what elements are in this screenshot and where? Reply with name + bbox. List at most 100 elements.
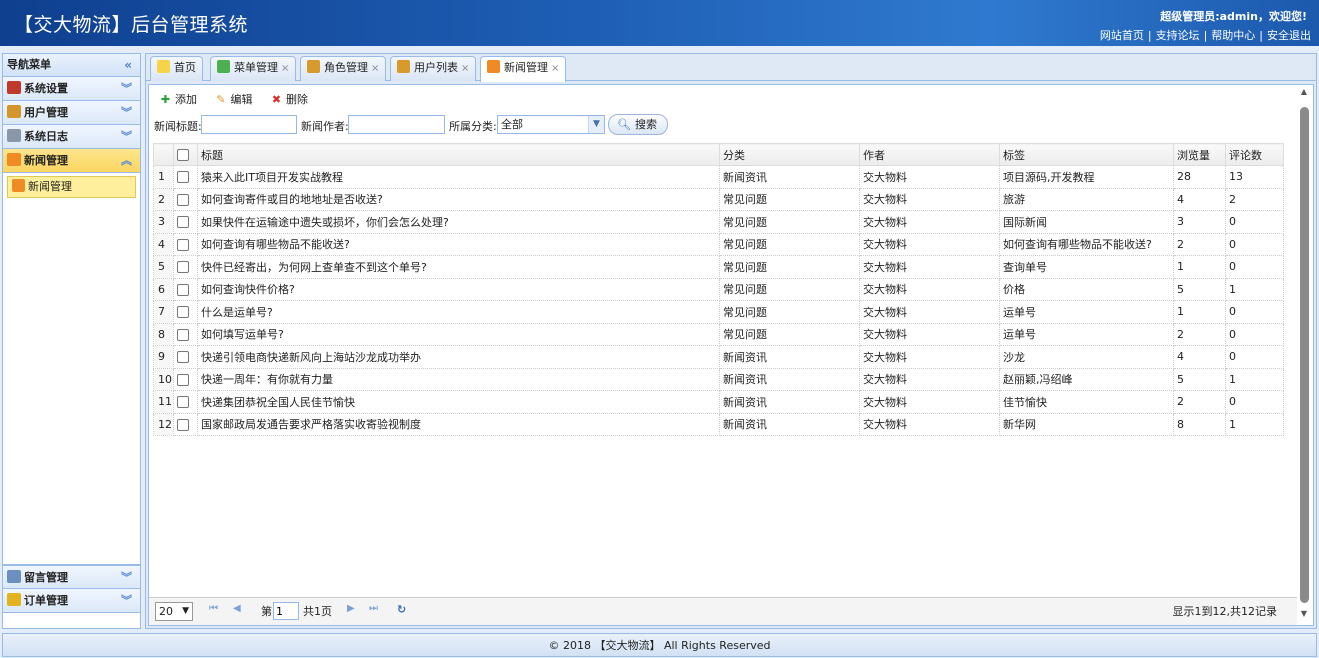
tab-role-management[interactable]: 角色管理 × bbox=[300, 56, 387, 81]
category-cell: 常见问题 bbox=[719, 210, 860, 234]
scroll-down-icon[interactable]: ▼ bbox=[1297, 609, 1311, 623]
row-checkbox[interactable] bbox=[177, 261, 189, 274]
link-home[interactable]: 网站首页 bbox=[1100, 29, 1144, 42]
tab-news-management[interactable]: 新闻管理 × bbox=[480, 56, 567, 82]
row-checkbox[interactable] bbox=[177, 283, 189, 296]
rss-icon bbox=[7, 153, 21, 166]
views-cell: 4 bbox=[1173, 345, 1226, 369]
link-logout[interactable]: 安全退出 bbox=[1267, 29, 1311, 42]
table-row[interactable]: 11 快递集团恭祝全国人民佳节愉快 新闻资讯 交大物料 佳节愉快 2 0 bbox=[153, 390, 1284, 414]
row-checkbox[interactable] bbox=[177, 238, 189, 251]
chevron-up-icon[interactable]: ︽ bbox=[121, 149, 132, 172]
header-links: 网站首页 | 支持论坛 | 帮助中心 | 安全退出 bbox=[1099, 29, 1311, 42]
comments-cell: 0 bbox=[1225, 322, 1284, 346]
views-cell: 5 bbox=[1173, 277, 1226, 301]
table-row[interactable]: 4 如何查询有哪些物品不能收送? 常见问题 交大物料 如何查询有哪些物品不能收送? 2 0 bbox=[153, 232, 1284, 256]
chevron-down-icon[interactable]: ︾ bbox=[121, 101, 132, 124]
delete-button[interactable]: ✖ 删除 bbox=[270, 91, 308, 107]
link-help[interactable]: 帮助中心 bbox=[1211, 29, 1255, 42]
first-page-icon[interactable]: ⏮ bbox=[209, 603, 218, 614]
col-header-tags[interactable]: 标签 bbox=[999, 143, 1174, 166]
sidebar-item-order-management[interactable]: 订单管理 ︾ bbox=[3, 589, 140, 613]
sidebar-item-system-settings[interactable]: 系统设置 ︾ bbox=[3, 77, 140, 101]
category-cell: 常见问题 bbox=[719, 232, 860, 256]
scrollbar-thumb[interactable] bbox=[1300, 107, 1309, 603]
delete-icon: ✖ bbox=[271, 93, 282, 106]
table-row[interactable]: 10 快递一周年：有你就有力量 新闻资讯 交大物料 赵丽颖,冯绍峰 5 1 bbox=[153, 367, 1284, 391]
close-icon[interactable]: × bbox=[371, 63, 379, 74]
table-row[interactable]: 9 快递引领电商快递新风向上海站沙龙成功举办 新闻资讯 交大物料 沙龙 4 0 bbox=[153, 345, 1284, 369]
col-header-title[interactable]: 标题 bbox=[197, 143, 720, 166]
add-button[interactable]: ✚ 添加 bbox=[159, 91, 197, 107]
edit-button[interactable]: ✎ 编辑 bbox=[215, 91, 252, 107]
title-search-input[interactable] bbox=[201, 115, 297, 134]
row-checkbox[interactable] bbox=[177, 351, 189, 364]
collapse-sidebar-icon[interactable]: « bbox=[124, 54, 132, 76]
search-bar: 新闻标题: 新闻作者: 所属分类: 全部 ▼ 🔍︎ 搜索 bbox=[149, 113, 1313, 137]
row-checkbox[interactable] bbox=[177, 373, 189, 386]
table-row[interactable]: 1 猿来入此IT项目开发实战教程 新闻资讯 交大物料 项目源码,开发教程 28 13 bbox=[153, 165, 1284, 189]
sidebar-item-news-management[interactable]: 新闻管理 ︽ bbox=[3, 149, 140, 173]
page-size-select[interactable]: 20 ▼ bbox=[155, 602, 193, 621]
category-select[interactable]: 全部 ▼ bbox=[497, 115, 605, 134]
page-number-input[interactable] bbox=[273, 602, 299, 620]
author-search-input[interactable] bbox=[348, 115, 445, 134]
comments-cell: 0 bbox=[1225, 390, 1284, 414]
chevron-down-icon[interactable]: ︾ bbox=[121, 589, 132, 612]
tags-cell: 项目源码,开发教程 bbox=[999, 165, 1174, 189]
tags-cell: 价格 bbox=[999, 277, 1174, 301]
close-icon[interactable]: × bbox=[281, 63, 289, 74]
tab-home[interactable]: 首页 bbox=[150, 56, 203, 81]
table-row[interactable]: 6 如何查询快件价格? 常见问题 交大物料 价格 5 1 bbox=[153, 277, 1284, 301]
row-checkbox[interactable] bbox=[177, 328, 189, 341]
chevron-down-icon[interactable]: ︾ bbox=[121, 566, 132, 589]
table-row[interactable]: 8 如何填写运单号? 常见问题 交大物料 运单号 2 0 bbox=[153, 322, 1284, 346]
scroll-up-icon[interactable]: ▲ bbox=[1297, 87, 1311, 101]
chevron-down-icon[interactable]: ︾ bbox=[121, 125, 132, 148]
select-all-checkbox[interactable] bbox=[177, 149, 189, 161]
last-page-icon[interactable]: ⏭ bbox=[369, 603, 378, 614]
row-checkbox[interactable] bbox=[177, 306, 189, 319]
col-header-comments[interactable]: 评论数 bbox=[1225, 143, 1284, 166]
rownum-cell: 2 bbox=[153, 187, 174, 211]
refresh-icon[interactable]: ↻ bbox=[397, 603, 406, 616]
sidebar-item-user-management[interactable]: 用户管理 ︾ bbox=[3, 101, 140, 125]
col-header-views[interactable]: 浏览量 bbox=[1173, 143, 1226, 166]
row-checkbox[interactable] bbox=[177, 418, 189, 431]
row-checkbox[interactable] bbox=[177, 171, 189, 184]
close-icon[interactable]: × bbox=[551, 63, 559, 74]
tags-cell: 运单号 bbox=[999, 322, 1174, 346]
bulb-icon bbox=[157, 60, 170, 73]
table-row[interactable]: 12 国家邮政局发通告要求严格落实收寄验视制度 新闻资讯 交大物料 新华网 8 1 bbox=[153, 412, 1284, 436]
submenu-item-news-management[interactable]: 新闻管理 bbox=[7, 176, 136, 198]
row-checkbox[interactable] bbox=[177, 216, 189, 229]
tab-user-list[interactable]: 用户列表 × bbox=[390, 56, 477, 81]
tags-cell: 如何查询有哪些物品不能收送? bbox=[999, 232, 1174, 256]
col-header-category[interactable]: 分类 bbox=[719, 143, 860, 166]
chevron-down-icon[interactable]: ▼ bbox=[588, 116, 604, 133]
sidebar-item-message-management[interactable]: 留言管理 ︾ bbox=[3, 565, 140, 589]
row-checkbox[interactable] bbox=[177, 193, 189, 206]
table-row[interactable]: 5 快件已经寄出，为何网上查单查不到这个单号? 常见问题 交大物料 查询单号 1 0 bbox=[153, 255, 1284, 279]
table-row[interactable]: 7 什么是运单号? 常见问题 交大物料 运单号 1 0 bbox=[153, 300, 1284, 324]
chevron-down-icon[interactable]: ︾ bbox=[121, 77, 132, 100]
table-row[interactable]: 3 如果快件在运输途中遗失或损坏，你们会怎么处理? 常见问题 交大物料 国际新闻 3 0 bbox=[153, 210, 1284, 234]
next-page-icon[interactable]: ▶ bbox=[347, 603, 355, 614]
row-checkbox[interactable] bbox=[177, 396, 189, 409]
tab-label: 用户列表 bbox=[414, 61, 458, 74]
checkbox-cell bbox=[173, 322, 198, 346]
close-icon[interactable]: × bbox=[461, 63, 469, 74]
vertical-scrollbar[interactable]: ▲ ▼ bbox=[1297, 87, 1311, 623]
category-cell: 新闻资讯 bbox=[719, 367, 860, 391]
submenu-item-label: 新闻管理 bbox=[28, 180, 72, 193]
prev-page-icon[interactable]: ◀ bbox=[233, 603, 241, 614]
link-forum[interactable]: 支持论坛 bbox=[1156, 29, 1200, 42]
tab-menu-management[interactable]: 菜单管理 × bbox=[210, 56, 297, 81]
views-cell: 8 bbox=[1173, 412, 1226, 436]
sidebar-item-system-log[interactable]: 系统日志 ︾ bbox=[3, 125, 140, 149]
search-icon: 🔍︎ bbox=[617, 118, 631, 131]
author-cell: 交大物料 bbox=[859, 187, 1000, 211]
col-header-author[interactable]: 作者 bbox=[859, 143, 1000, 166]
search-button[interactable]: 🔍︎ 搜索 bbox=[608, 114, 668, 135]
table-row[interactable]: 2 如何查询寄件或目的地地址是否收送? 常见问题 交大物料 旅游 4 2 bbox=[153, 187, 1284, 211]
